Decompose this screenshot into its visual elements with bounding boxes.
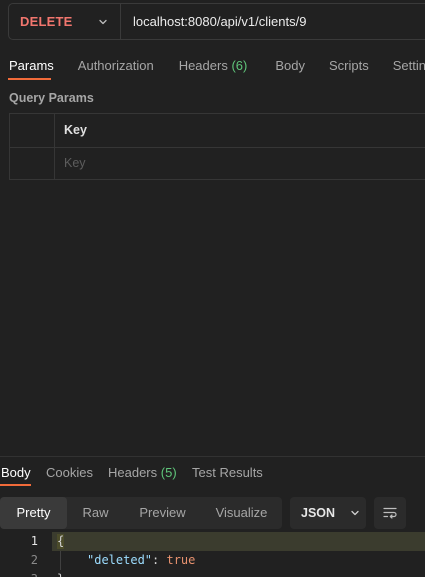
view-mode-raw[interactable]: Raw	[67, 497, 124, 529]
response-tab-test-results[interactable]: Test Results	[192, 458, 263, 488]
code-text: "deleted": true	[87, 551, 195, 570]
json-key: "deleted"	[87, 553, 153, 567]
method-label: DELETE	[20, 14, 73, 29]
line-number: 3	[0, 570, 38, 577]
method-selector[interactable]: DELETE	[9, 4, 121, 39]
line-number: 1	[30, 534, 38, 548]
code-text: }	[57, 570, 64, 577]
chevron-down-icon	[99, 19, 108, 24]
code-text: {	[57, 534, 65, 548]
active-tab-indicator	[0, 484, 31, 486]
chevron-down-icon	[351, 510, 359, 516]
response-tabs: Body Cookies Headers (5) Test Results	[0, 458, 425, 486]
format-dropdown[interactable]: JSON	[290, 497, 366, 529]
tab-label: Headers	[178, 58, 228, 73]
column-divider	[54, 114, 55, 147]
query-params-table: Key Key	[9, 113, 425, 180]
query-params-title: Query Params	[9, 91, 94, 105]
response-tab-cookies[interactable]: Cookies	[46, 458, 93, 488]
tab-headers[interactable]: Headers (6)	[179, 52, 248, 82]
key-column-header: Key	[64, 123, 87, 137]
view-mode-pretty[interactable]: Pretty	[0, 497, 67, 529]
tab-authorization[interactable]: Authorization	[78, 52, 154, 82]
tab-label: Scripts	[328, 58, 369, 73]
tab-count: (5)	[160, 465, 177, 480]
request-tabs: Params Authorization Headers (6) Body Sc…	[0, 52, 425, 82]
json-value: true	[166, 553, 196, 567]
key-input[interactable]: Key	[64, 156, 86, 170]
indent-guide	[60, 551, 61, 570]
json-separator: :	[152, 553, 167, 567]
request-bar: DELETE localhost:8080/api/v1/clients/9	[8, 3, 425, 40]
response-tab-headers[interactable]: Headers (5)	[108, 458, 177, 488]
wrap-lines-button[interactable]	[374, 497, 406, 529]
tab-label: Body	[275, 58, 305, 73]
tab-label: Headers	[108, 465, 158, 480]
column-divider	[54, 147, 55, 180]
table-header-row: Key	[10, 114, 425, 148]
view-mode-visualize[interactable]: Visualize	[201, 497, 282, 529]
code-line: 2 "deleted": true	[0, 551, 425, 570]
line-number: 2	[30, 553, 38, 567]
tab-label: Body	[1, 465, 31, 480]
response-divider[interactable]	[0, 456, 425, 457]
tab-settings[interactable]: Settings	[393, 52, 425, 82]
wrap-lines-icon	[383, 507, 397, 519]
format-label: JSON	[301, 506, 336, 520]
tab-label: Settings	[392, 58, 425, 73]
code-line: 3 }	[0, 570, 425, 577]
tab-label: Cookies	[46, 465, 93, 480]
tab-label: Authorization	[77, 58, 154, 73]
active-tab-indicator	[8, 78, 51, 80]
tab-body[interactable]: Body	[275, 52, 305, 82]
url-input[interactable]: localhost:8080/api/v1/clients/9	[121, 14, 306, 29]
tab-scripts[interactable]: Scripts	[329, 52, 369, 82]
tab-label: Test Results	[192, 465, 263, 480]
tab-label: Params	[9, 58, 54, 73]
table-row: Key	[10, 147, 425, 180]
code-line: 1 {	[0, 532, 425, 551]
current-line-highlight	[52, 532, 425, 551]
response-body-viewer[interactable]: 1 { 2 "deleted": true 3 }	[0, 532, 425, 577]
view-mode-segmented-control: Pretty Raw Preview Visualize	[0, 497, 282, 529]
postman-request-pane: DELETE localhost:8080/api/v1/clients/9 P…	[0, 0, 425, 577]
response-toolbar: Pretty Raw Preview Visualize JSON	[0, 497, 425, 529]
view-mode-preview[interactable]: Preview	[124, 497, 201, 529]
tab-count: (6)	[231, 58, 248, 73]
